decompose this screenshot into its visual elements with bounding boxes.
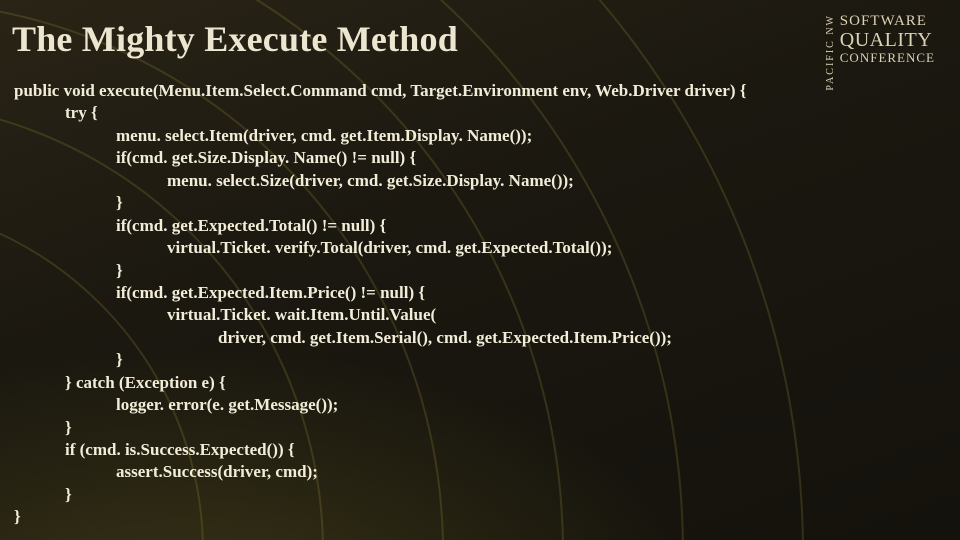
code-line: logger. error(e. get.Message()); (14, 395, 338, 414)
logo-word-quality: QUALITY (840, 30, 935, 51)
code-line: } (14, 261, 123, 280)
code-line: menu. select.Size(driver, cmd. get.Size.… (14, 171, 574, 190)
logo-word-software: SOFTWARE (840, 14, 935, 30)
code-line: if (cmd. is.Success.Expected()) { (14, 440, 295, 459)
code-line: execute(Menu.Item.Select.Command cmd, Ta… (99, 81, 746, 100)
code-line: } (14, 485, 72, 504)
code-block: public void execute(Menu.Item.Select.Com… (14, 80, 940, 529)
slide: The Mighty Execute Method PACIFIC NW SOF… (0, 0, 960, 540)
code-line: } (14, 507, 21, 526)
code-line: } catch (Exception e) { (14, 373, 226, 392)
code-line: virtual.Ticket. wait.Item.Until.Value( (14, 305, 436, 324)
code-line: if(cmd. get.Expected.Total() != null) { (14, 216, 386, 235)
code-line: if(cmd. get.Expected.Item.Price() != nul… (14, 283, 425, 302)
code-line: } (14, 418, 72, 437)
logo-word-conference: CONFERENCE (840, 51, 935, 65)
code-line: driver, cmd. get.Item.Serial(), cmd. get… (14, 328, 672, 347)
logo-text-stack: SOFTWARE QUALITY CONFERENCE (840, 14, 935, 64)
slide-title: The Mighty Execute Method (12, 18, 458, 60)
code-line: } (14, 193, 123, 212)
code-line: if(cmd. get.Size.Display. Name() != null… (14, 148, 416, 167)
code-line: menu. select.Item(driver, cmd. get.Item.… (14, 126, 532, 145)
code-line: } (14, 350, 123, 369)
code-line: try { (14, 103, 98, 122)
code-line: assert.Success(driver, cmd); (14, 462, 318, 481)
code-line: virtual.Ticket. verify.Total(driver, cmd… (14, 238, 612, 257)
code-line: public void (14, 81, 99, 100)
